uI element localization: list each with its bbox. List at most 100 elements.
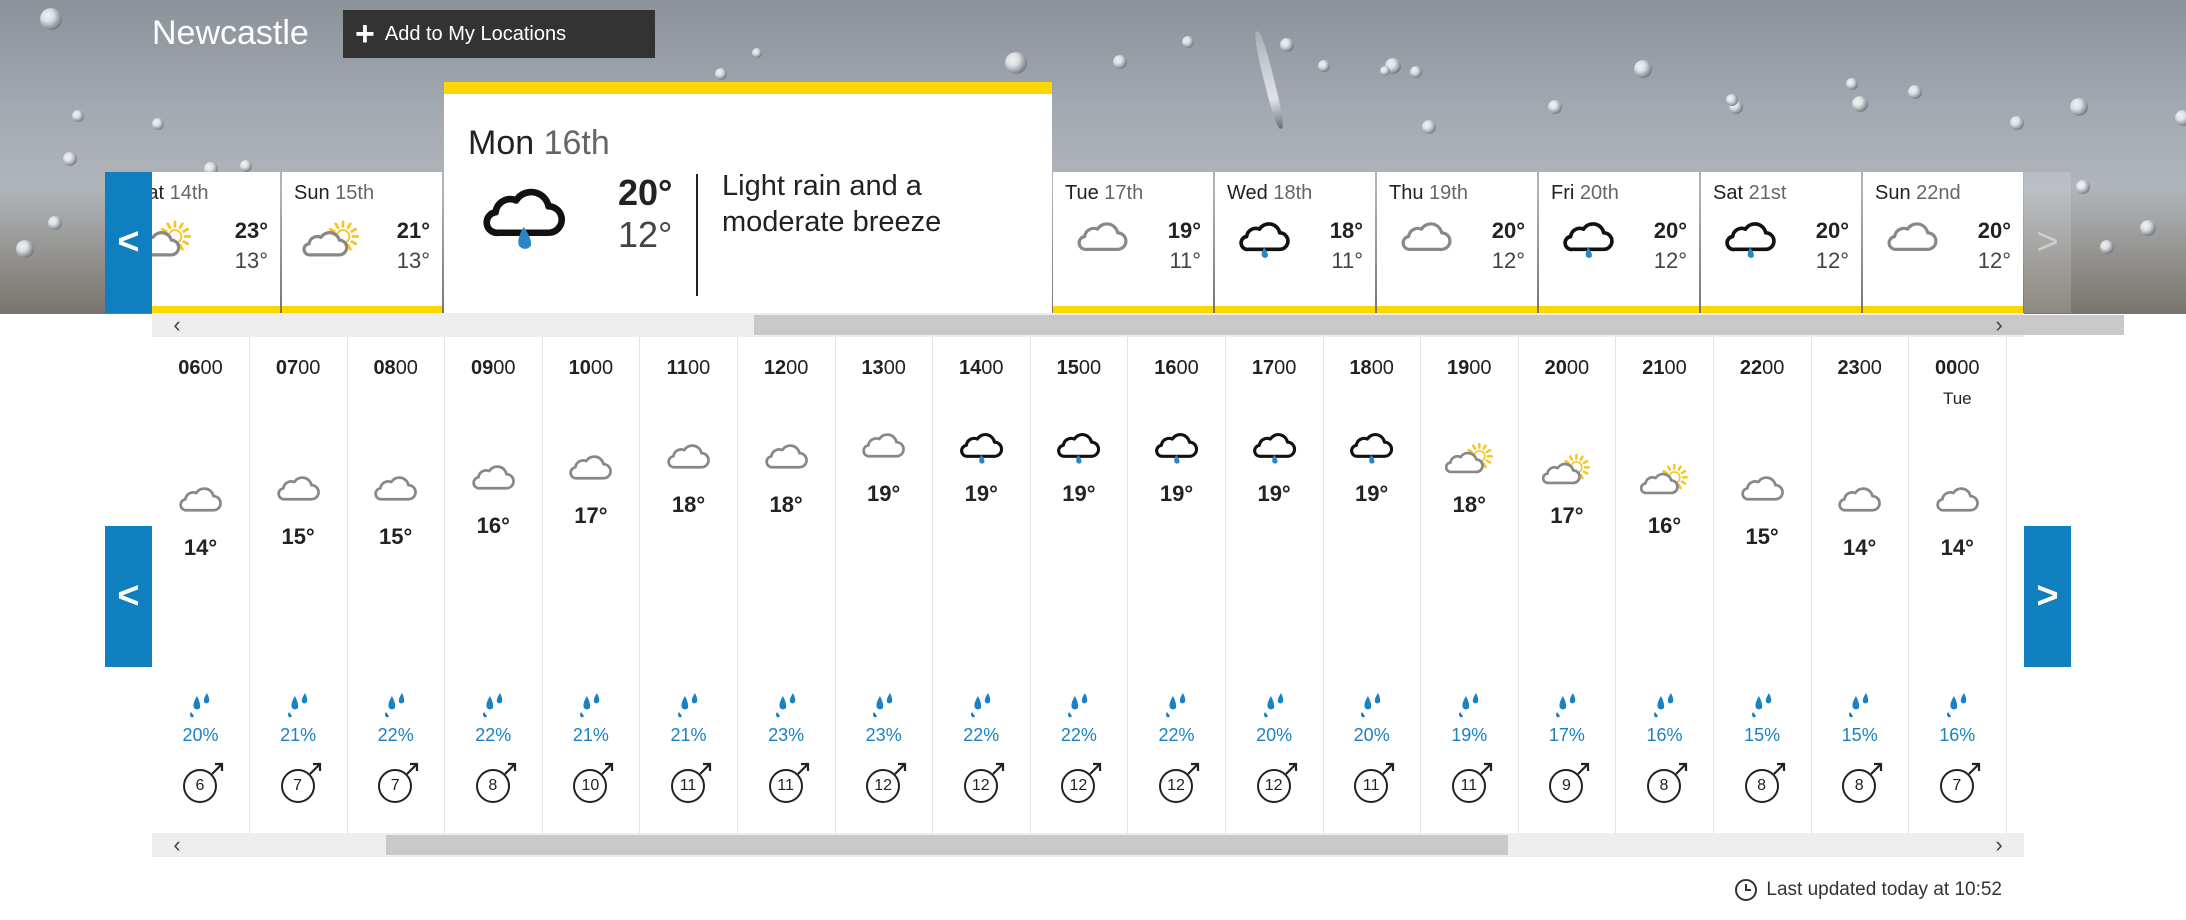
wind-direction-icon — [1577, 762, 1590, 775]
rain-chance: 15% — [1744, 725, 1781, 745]
days-prev-button[interactable]: < — [105, 172, 152, 313]
day-tab[interactable]: Sun 15th 21° 13° — [282, 172, 442, 313]
raindrop-decoration — [1280, 38, 1294, 52]
hours-next-button[interactable]: > — [2024, 526, 2071, 667]
location-title: Newcastle — [152, 14, 309, 52]
hour-label: 1800 — [1349, 357, 1394, 379]
day-tab[interactable]: Sat 21st 20° 12° — [1701, 172, 1861, 313]
rain-chance: 22% — [963, 725, 1000, 745]
hour-column[interactable]: 1500 19° 22% 12 — [1030, 337, 1129, 833]
day-tab[interactable]: Tue 17th 19° 11° — [1053, 172, 1213, 313]
hour-column[interactable]: 2300 14° 15% 8 — [1811, 337, 1910, 833]
scroll-left-icon[interactable]: ‹ — [162, 832, 192, 857]
day-low: 11° — [1331, 248, 1363, 273]
add-to-locations-button[interactable]: + Add to My Locations — [343, 10, 655, 58]
cloud-icon — [274, 474, 324, 512]
day-low: 12° — [1491, 248, 1525, 273]
hour-column[interactable]: 0600 14° 20% 6 — [152, 337, 250, 833]
hour-column[interactable]: 1000 17° 21% 10 — [542, 337, 641, 833]
wind-speed: 12 — [971, 777, 990, 794]
rain-chance: 20% — [182, 725, 219, 745]
hour-column[interactable]: 1900 18° 19% 11 — [1421, 337, 1519, 833]
raindrop-decoration — [2070, 98, 2088, 116]
rain-drops-icon — [1455, 692, 1485, 718]
day-name-label: Sat 14th — [152, 182, 209, 205]
heavy-rain-cloud-icon — [478, 184, 572, 258]
weather-description: Light rain and a moderate breeze — [722, 170, 942, 238]
hour-column[interactable]: 0000 Tue 14° 16% 7 — [1909, 337, 2007, 833]
hour-scrollbar-thumb[interactable] — [386, 835, 1508, 855]
hour-label: 0600 — [178, 357, 223, 379]
hours-prev-button[interactable]: < — [105, 526, 152, 667]
wind-speed-badge: 7 — [280, 762, 321, 803]
rain-drops-icon — [479, 692, 509, 718]
rain-drops-icon — [1260, 692, 1290, 718]
day-scrollbar-thumb[interactable] — [754, 315, 2124, 335]
day-low: 13° — [396, 248, 430, 273]
rain-chance: 19% — [1451, 725, 1488, 745]
hour-scrollbar[interactable]: ‹ › — [152, 832, 2024, 857]
wind-speed: 8 — [488, 777, 498, 794]
cloud-icon — [1738, 474, 1788, 512]
hour-column[interactable]: 0800 15° 22% 7 — [347, 337, 446, 833]
add-to-locations-label: Add to My Locations — [384, 22, 567, 45]
scroll-right-icon[interactable]: › — [1984, 312, 2014, 337]
wind-speed-badge: 11 — [671, 762, 712, 803]
rain-drops-icon — [869, 692, 899, 718]
hour-column[interactable]: 1200 18° 23% 11 — [738, 337, 836, 833]
hour-column[interactable]: 0900 16° 22% 8 — [445, 337, 543, 833]
day-tab[interactable]: Wed 18th 18° 11° — [1215, 172, 1375, 313]
day-high: 20° — [1815, 218, 1849, 243]
scroll-right-icon[interactable]: › — [1984, 832, 2014, 857]
hour-label: 0700 — [275, 357, 321, 379]
day-tab[interactable]: Thu 19th 20° 12° — [1377, 172, 1537, 313]
rain-chance: 22% — [475, 725, 512, 745]
day-high: 20° — [1653, 218, 1687, 243]
rain-drops-icon — [284, 692, 314, 718]
wind-speed-badge: 6 — [183, 762, 224, 803]
rain-drops-icon — [576, 692, 606, 718]
day-date: 19th — [1429, 182, 1468, 204]
hour-label: 0000 — [1935, 357, 1980, 379]
raindrop-decoration — [152, 118, 164, 130]
hour-column[interactable]: 2100 16° 16% 8 — [1616, 337, 1714, 833]
hour-column[interactable]: 1300 19° 23% 12 — [835, 337, 934, 833]
hour-column[interactable]: 1100 18° 21% 11 — [640, 337, 738, 833]
hour-column[interactable]: 1800 19° 20% 11 — [1323, 337, 1422, 833]
selected-day-date: 16th — [543, 124, 610, 162]
raindrop-decoration — [1908, 85, 1922, 99]
hour-column[interactable]: 1700 19° 20% 12 — [1226, 337, 1324, 833]
wind-speed-badge: 11 — [1354, 762, 1395, 803]
day-tab[interactable]: Fri 20th 20° 12° — [1539, 172, 1699, 313]
rain-drops-icon — [186, 692, 216, 718]
hour-column[interactable]: 2000 17° 17% 9 — [1518, 337, 1617, 833]
rain-chance: 21% — [670, 725, 707, 745]
day-tab[interactable]: Sat 14th 23° 13° — [152, 172, 280, 313]
rain-drops-icon — [772, 692, 802, 718]
wind-speed: 8 — [1854, 777, 1864, 794]
days-next-button[interactable]: > — [2024, 172, 2071, 313]
wind-direction-icon — [796, 762, 809, 775]
raindrop-decoration — [1410, 66, 1422, 78]
wind-speed-badge: 8 — [1647, 762, 1688, 803]
raindrop-decoration — [2010, 116, 2024, 130]
day-name: Sun — [1875, 182, 1911, 204]
cloud-icon — [762, 442, 812, 480]
hourly-forecast: 0600 14° 20% 6 0700 15° 21% 7 0800 15° 22%… — [152, 337, 2024, 833]
scroll-left-icon[interactable]: ‹ — [162, 312, 192, 337]
hour-column[interactable]: 0700 15° 21% 7 — [250, 337, 348, 833]
hour-label: 1100 — [666, 357, 711, 379]
day-tab[interactable]: Sun 22nd 20° 12° — [1863, 172, 2023, 313]
hour-column[interactable]: 1600 19° 22% 12 — [1128, 337, 1226, 833]
day-scrollbar[interactable]: ‹ › — [152, 312, 2124, 337]
sun-cloud-icon — [1639, 463, 1690, 501]
hour-label: 1600 — [1154, 357, 1199, 379]
hour-column[interactable]: 1400 19° 22% 12 — [933, 337, 1031, 833]
hour-label: 0900 — [471, 357, 516, 379]
day-low: 12° — [1977, 248, 2011, 273]
wind-speed: 8 — [1757, 777, 1767, 794]
wind-speed: 11 — [777, 777, 794, 794]
selected-day-panel: Mon 16th 20° 12° Light rain and a modera… — [444, 82, 1052, 326]
hour-column[interactable]: 2200 15° 15% 8 — [1714, 337, 1812, 833]
cloud-icon — [859, 431, 909, 469]
